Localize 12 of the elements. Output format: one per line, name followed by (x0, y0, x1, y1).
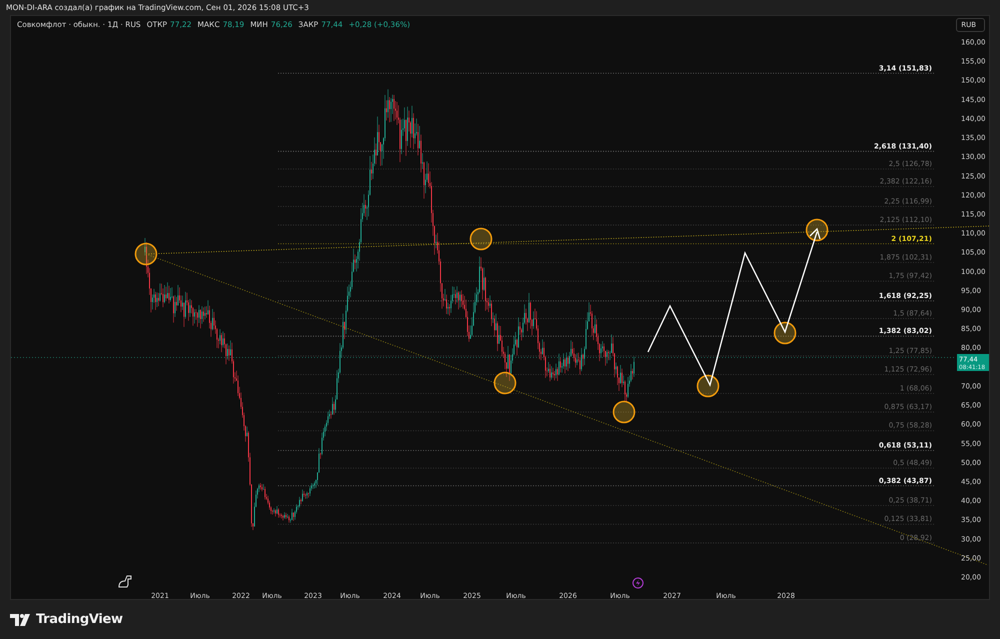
circle-marker (470, 228, 492, 250)
last-price-tag (957, 354, 989, 371)
lightning-icon (632, 578, 644, 588)
brand-name: TradingView (36, 612, 123, 627)
circle-marker (774, 322, 796, 344)
circle-marker (696, 374, 720, 398)
circle-marker (494, 372, 516, 394)
dinosaur-icon (118, 576, 132, 588)
circle-marker (134, 242, 158, 266)
logo-icon (10, 614, 32, 626)
circle-marker (806, 218, 828, 242)
circle-marker (612, 400, 636, 424)
